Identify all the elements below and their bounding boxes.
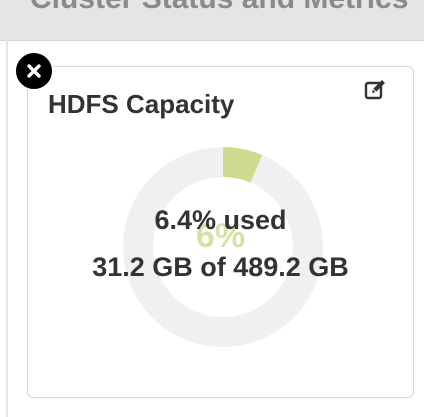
widget-title: HDFS Capacity (48, 89, 235, 119)
edit-icon[interactable] (363, 78, 387, 102)
left-divider (6, 40, 8, 417)
section-title: Cluster Status and Metrics (30, 0, 408, 16)
used-percent-text: 6.4% used (154, 205, 287, 235)
capacity-text: 31.2 GB of 489.2 GB (92, 252, 349, 282)
close-icon (27, 64, 41, 78)
remove-widget-button[interactable] (14, 51, 54, 91)
section-header: Cluster Status and Metrics (0, 0, 424, 41)
hdfs-capacity-widget: HDFS Capacity 6% 6.4% used 31.2 GB of 48… (27, 66, 414, 398)
